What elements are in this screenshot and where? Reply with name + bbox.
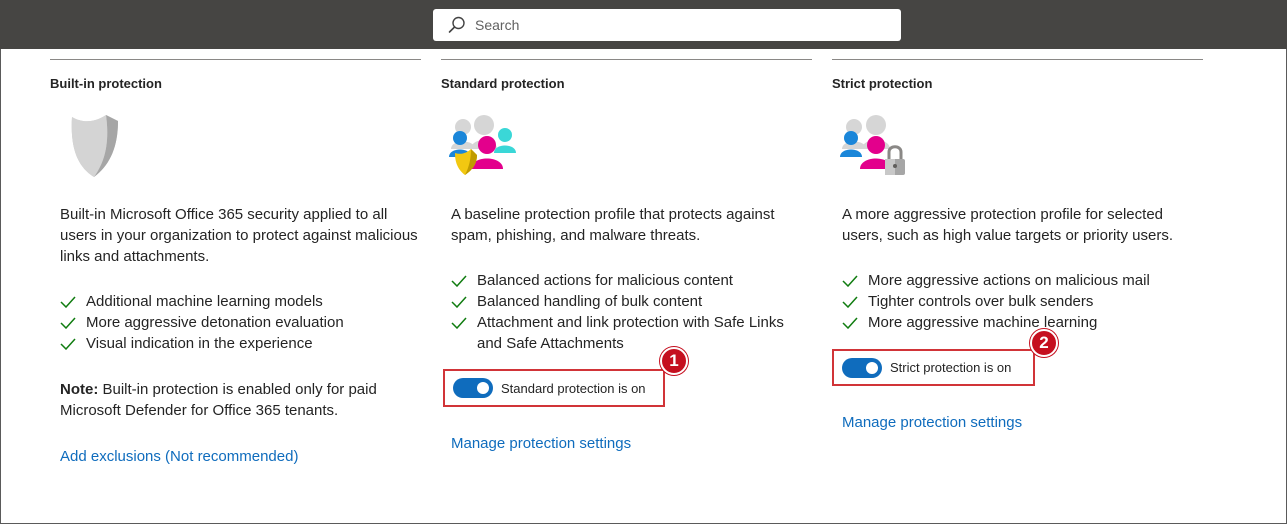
feature-item: Additional machine learning models bbox=[60, 291, 344, 312]
divider bbox=[50, 59, 421, 60]
card-title: Built-in protection bbox=[50, 76, 162, 91]
feature-list: Balanced actions for malicious content B… bbox=[451, 270, 791, 354]
feature-text: Attachment and link protection with Safe… bbox=[477, 314, 784, 352]
feature-item: Attachment and link protection with Safe… bbox=[451, 312, 791, 354]
feature-text: More aggressive detonation evaluation bbox=[86, 314, 344, 331]
toggle-knob bbox=[866, 361, 878, 374]
checkmark-icon bbox=[842, 317, 858, 329]
manage-protection-settings-link[interactable]: Manage protection settings bbox=[451, 435, 631, 452]
standard-protection-toggle[interactable] bbox=[453, 378, 493, 398]
feature-item: More aggressive actions on malicious mai… bbox=[842, 270, 1150, 291]
checkmark-icon bbox=[451, 275, 467, 287]
divider bbox=[441, 59, 812, 60]
feature-item: More aggressive detonation evaluation bbox=[60, 312, 344, 333]
checkmark-icon bbox=[60, 317, 76, 329]
checkmark-icon bbox=[451, 317, 467, 329]
strict-protection-toggle[interactable] bbox=[842, 357, 882, 378]
feature-text: Additional machine learning models bbox=[86, 293, 323, 310]
search-icon bbox=[448, 16, 465, 33]
checkmark-icon bbox=[451, 296, 467, 308]
checkmark-icon bbox=[842, 296, 858, 308]
card-description: Built-in Microsoft Office 365 security a… bbox=[60, 206, 418, 265]
feature-text: More aggressive machine learning bbox=[868, 314, 1098, 331]
divider bbox=[832, 59, 1203, 60]
top-bar bbox=[0, 0, 1287, 49]
search-box[interactable] bbox=[433, 9, 901, 41]
note-text: Note: Built-in protection is enabled onl… bbox=[60, 379, 420, 421]
checkmark-icon bbox=[60, 338, 76, 350]
feature-item: Balanced actions for malicious content bbox=[451, 270, 791, 291]
feature-item: Tighter controls over bulk senders bbox=[842, 291, 1150, 312]
strict-protection-card: Strict protection A more aggressive prot… bbox=[832, 59, 1203, 431]
note-label: Note: bbox=[60, 381, 99, 398]
feature-list: More aggressive actions on malicious mai… bbox=[842, 270, 1150, 333]
feature-text: More aggressive actions on malicious mai… bbox=[868, 272, 1150, 289]
card-title: Strict protection bbox=[832, 76, 933, 91]
feature-text: Balanced handling of bulk content bbox=[477, 293, 703, 310]
shield-illustration bbox=[71, 115, 118, 177]
feature-list: Additional machine learning models More … bbox=[60, 291, 344, 354]
manage-protection-settings-link[interactable]: Manage protection settings bbox=[842, 414, 1022, 431]
toggle-knob bbox=[477, 382, 489, 394]
card-title: Standard protection bbox=[441, 76, 565, 91]
standard-protection-toggle-highlight: Standard protection is on bbox=[443, 369, 665, 407]
toggle-label: Strict protection is on bbox=[890, 360, 1012, 375]
feature-item: Visual indication in the experience bbox=[60, 333, 344, 354]
card-description: A baseline protection profile that prote… bbox=[451, 206, 775, 244]
add-exclusions-link[interactable]: Add exclusions (Not recommended) bbox=[60, 448, 298, 465]
search-input[interactable] bbox=[475, 17, 895, 33]
checkmark-icon bbox=[60, 296, 76, 308]
users-lock-illustration bbox=[840, 115, 905, 175]
builtin-protection-card: Built-in protection Built-in Microsoft O… bbox=[50, 59, 421, 465]
feature-text: Visual indication in the experience bbox=[86, 335, 313, 352]
callout-marker-1: 1 bbox=[660, 347, 688, 375]
feature-text: Tighter controls over bulk senders bbox=[868, 293, 1094, 310]
standard-protection-card: Standard protection A baseline protectio… bbox=[441, 59, 812, 452]
users-shield-illustration bbox=[449, 115, 516, 175]
checkmark-icon bbox=[842, 275, 858, 287]
callout-marker-2: 2 bbox=[1030, 329, 1058, 357]
feature-text: Balanced actions for malicious content bbox=[477, 272, 733, 289]
strict-protection-toggle-highlight: Strict protection is on bbox=[832, 349, 1035, 386]
feature-item: Balanced handling of bulk content bbox=[451, 291, 791, 312]
note-body: Built-in protection is enabled only for … bbox=[60, 381, 377, 419]
feature-item: More aggressive machine learning bbox=[842, 312, 1150, 333]
toggle-label: Standard protection is on bbox=[501, 380, 646, 396]
card-description: A more aggressive protection profile for… bbox=[842, 206, 1173, 244]
